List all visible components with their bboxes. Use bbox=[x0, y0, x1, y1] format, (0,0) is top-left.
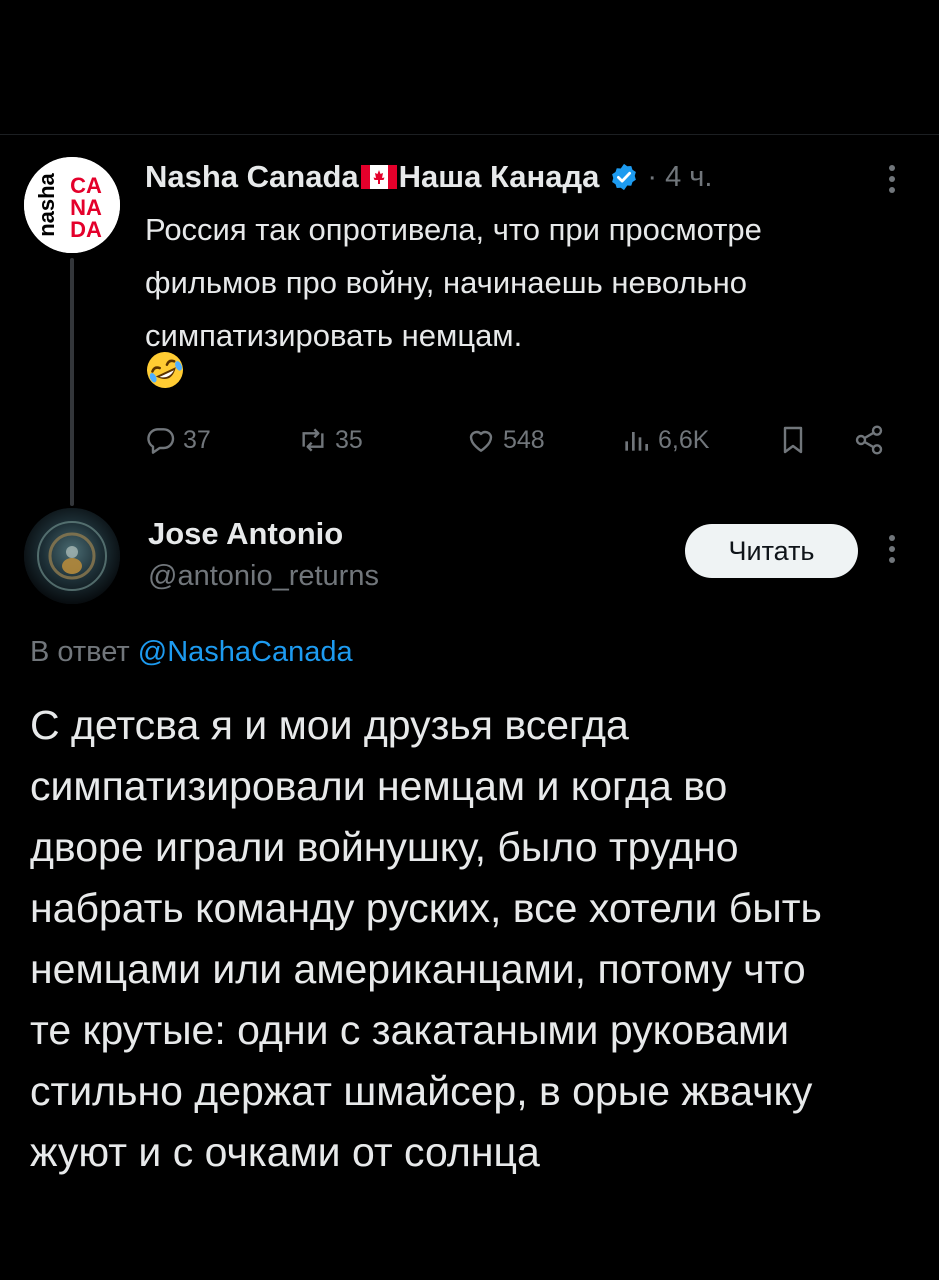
reply-button[interactable]: 37 bbox=[145, 418, 211, 462]
author-name[interactable]: Nasha Canada bbox=[145, 159, 359, 195]
bookmark-button[interactable] bbox=[777, 418, 815, 462]
share-button[interactable] bbox=[853, 418, 891, 462]
tweet-text: Россия так опротивела, что при просмотре… bbox=[145, 212, 762, 353]
repost-count: 35 bbox=[335, 425, 363, 454]
repost-button[interactable]: 35 bbox=[297, 418, 363, 462]
reply-icon bbox=[145, 424, 183, 456]
canada-flag-icon bbox=[360, 165, 397, 189]
thread-line bbox=[70, 258, 74, 506]
reply-count: 37 bbox=[183, 425, 211, 454]
tweet-time[interactable]: · 4 ч. bbox=[647, 161, 712, 194]
like-button[interactable]: 548 bbox=[465, 418, 545, 462]
top-bar bbox=[0, 0, 939, 134]
avatar-image bbox=[24, 508, 120, 604]
avatar[interactable] bbox=[24, 508, 120, 604]
like-count: 548 bbox=[503, 425, 545, 454]
reply-text: С детсва я и мои друзья всегда симпатизи… bbox=[30, 702, 822, 1175]
views-count: 6,6K bbox=[658, 425, 710, 454]
svg-text:DA: DA bbox=[70, 217, 102, 242]
views-button[interactable]: 6,6K bbox=[620, 418, 709, 462]
svg-text:nasha: nasha bbox=[34, 172, 59, 236]
follow-button[interactable]: Читать bbox=[685, 524, 858, 578]
repost-icon bbox=[297, 424, 335, 456]
views-icon bbox=[620, 424, 658, 456]
more-icon[interactable] bbox=[880, 532, 904, 566]
reply-author-handle[interactable]: @antonio_returns bbox=[148, 560, 379, 593]
verified-icon bbox=[609, 162, 639, 192]
reply-to-prefix: В ответ bbox=[30, 636, 130, 668]
nasha-canada-logo: nasha CA NA DA bbox=[24, 157, 120, 253]
avatar[interactable]: nasha CA NA DA bbox=[24, 157, 120, 253]
rolling-on-floor-laughing-emoji bbox=[145, 350, 185, 390]
divider bbox=[0, 134, 939, 135]
reply-context: В ответ @NashaCanada bbox=[30, 636, 353, 669]
reply-author-name[interactable]: Jose Antonio bbox=[148, 516, 343, 552]
share-icon bbox=[853, 424, 891, 456]
tweet-actions: 37 35 548 6,6K bbox=[145, 418, 905, 462]
like-icon bbox=[465, 424, 503, 456]
author-name-ru[interactable]: Наша Канада bbox=[399, 159, 600, 195]
reply-to-mention[interactable]: @NashaCanada bbox=[138, 636, 353, 668]
tweet-header: Nasha Canada Наша Канада · 4 ч. bbox=[145, 157, 712, 197]
bookmark-icon bbox=[777, 424, 815, 456]
more-icon[interactable] bbox=[880, 162, 904, 196]
